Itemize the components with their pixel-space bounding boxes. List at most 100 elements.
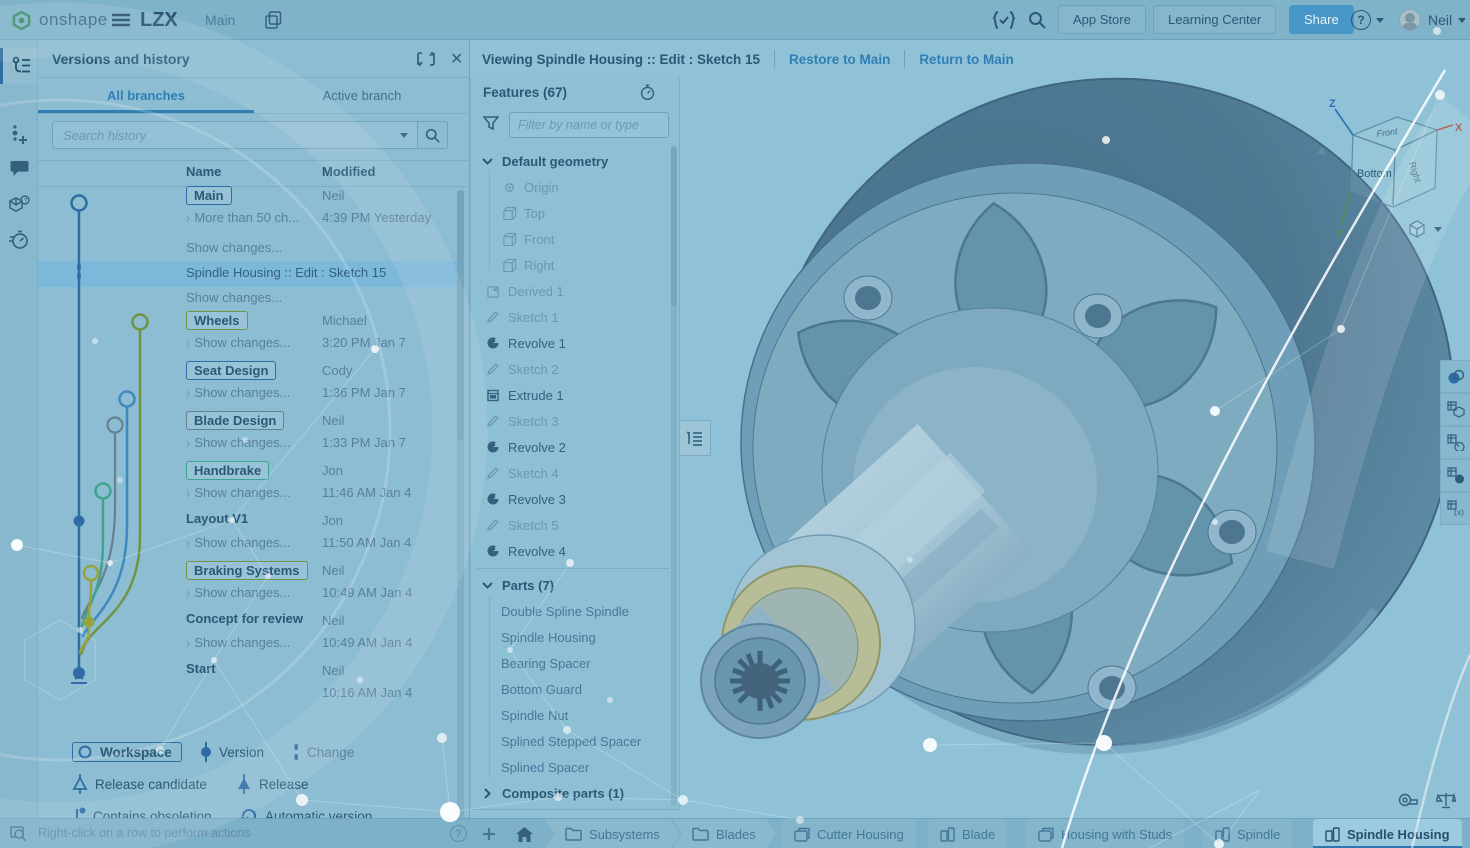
feature-item-derived-1[interactable]: Derived 1 [471, 278, 671, 304]
history-row-start[interactable]: Start Neil 10:16 AM Jan 4 [186, 661, 439, 711]
feature-item-front-plane[interactable]: Front [471, 226, 671, 252]
history-row-wheels[interactable]: Wheels ›Show changes... Michael 3:20 PM … [186, 311, 439, 361]
features-scrollbar[interactable] [671, 146, 677, 806]
copy-document-icon[interactable] [265, 0, 282, 40]
hint-help-icon[interactable]: ? [450, 825, 467, 842]
chevron-down-icon[interactable] [479, 153, 495, 169]
feature-item-sketch-2[interactable]: Sketch 2 [471, 356, 671, 382]
tab-blade[interactable]: Blade [928, 819, 1007, 848]
help-menu-button[interactable]: ? [1351, 0, 1384, 40]
tab-spindle-housing[interactable]: Spindle Housing [1313, 819, 1462, 848]
workspace-badge[interactable]: Handbrake [186, 461, 269, 480]
appearance-panel-tab[interactable] [1440, 360, 1470, 393]
show-changes-link[interactable]: Show changes... [186, 290, 282, 305]
tab-spindle[interactable]: Spindle [1203, 819, 1292, 848]
workspace-badge[interactable]: Wheels [186, 311, 248, 330]
isometric-cube-icon [1408, 220, 1426, 238]
configurations-panel-tab[interactable] [1440, 393, 1470, 426]
search-history-input[interactable] [52, 121, 418, 149]
feature-item-sketch-3[interactable]: Sketch 3 [471, 408, 671, 434]
history-row-concept-for-review[interactable]: Concept for review ›Show changes... Neil… [186, 611, 439, 661]
config-sphere-panel-tab[interactable] [1440, 459, 1470, 492]
feature-item-revolve-1[interactable]: Revolve 1 [471, 330, 671, 356]
hamburger-menu-icon[interactable] [112, 0, 130, 40]
document-title[interactable]: LZX [140, 0, 178, 40]
expand-chevron-icon: › [186, 209, 190, 227]
preview-search-icon[interactable] [10, 826, 28, 842]
feature-item-revolve-4[interactable]: Revolve 4 [471, 538, 671, 564]
restore-to-main-link[interactable]: Restore to Main [789, 52, 890, 67]
comments-rail-button[interactable] [0, 150, 38, 186]
part-item-bearing-spacer[interactable]: Bearing Spacer [471, 650, 671, 676]
main-branch-label[interactable]: Main [205, 0, 235, 40]
feature-group-parts[interactable]: Parts (7) [471, 572, 671, 598]
tab-cutter-housing[interactable]: Cutter Housing [782, 819, 916, 848]
feature-list-collapse-button[interactable] [680, 420, 711, 456]
workspace-badge[interactable]: Blade Design [186, 411, 284, 430]
part-item-spindle-housing[interactable]: Spindle Housing [471, 624, 671, 650]
folder-crumb-subsystems[interactable]: Subsystems [545, 819, 680, 848]
part-item-bottom-guard[interactable]: Bottom Guard [471, 676, 671, 702]
return-to-main-link[interactable]: Return to Main [919, 52, 1014, 67]
tab-active-branch[interactable]: Active branch [254, 78, 470, 113]
history-row-handbrake[interactable]: Handbrake ›Show changes... Jon 11:46 AM … [186, 461, 439, 511]
feature-item-top-plane[interactable]: Top [471, 200, 671, 226]
chevron-down-icon[interactable] [479, 577, 495, 593]
history-row-blade-design[interactable]: Blade Design ›Show changes... Neil 1:33 … [186, 411, 439, 461]
onshape-logo[interactable]: onshape [12, 0, 108, 40]
search-scope-caret-icon[interactable] [400, 133, 408, 138]
part-item-splined-spacer[interactable]: Splined Spacer [471, 754, 671, 780]
mass-properties-icon[interactable] [1436, 792, 1456, 809]
feature-item-sketch-1[interactable]: Sketch 1 [471, 304, 671, 330]
compare-versions-icon[interactable] [416, 49, 436, 69]
feature-list-panel: Features (67) Default geometry Origin To… [470, 78, 680, 810]
feature-filter-input[interactable] [509, 112, 669, 138]
feature-item-sketch-4[interactable]: Sketch 4 [471, 460, 671, 486]
part-item-double-spline-spindle[interactable]: Double Spline Spindle [471, 598, 671, 624]
tab-housing-with-studs[interactable]: Housing with Studs [1026, 819, 1184, 848]
history-row-main[interactable]: Main ›More than 50 ch... Neil 4:39 PM Ye… [186, 186, 439, 236]
feature-item-revolve-2[interactable]: Revolve 2 [471, 434, 671, 460]
feature-item-origin[interactable]: Origin [471, 174, 671, 200]
performance-rail-button[interactable] [0, 222, 38, 258]
workspace-badge[interactable]: Seat Design [186, 361, 276, 380]
share-button[interactable]: Share [1289, 5, 1354, 34]
tape-measure-icon[interactable] [1398, 792, 1418, 809]
feature-group-composite-parts[interactable]: Composite parts (1) [471, 780, 671, 806]
versions-scrollbar[interactable] [457, 190, 464, 848]
create-version-rail-button[interactable] [0, 116, 38, 152]
config-expression-panel-tab[interactable]: (x) [1440, 492, 1470, 525]
tab-all-branches[interactable]: All branches [38, 78, 254, 113]
history-row-braking-systems[interactable]: Braking Systems ›Show changes... Neil 10… [186, 561, 439, 611]
part-item-spindle-nut[interactable]: Spindle Nut [471, 702, 671, 728]
app-store-button[interactable]: App Store [1058, 5, 1146, 34]
history-row-layout-v1[interactable]: Layout V1 ›Show changes... Jon 11:50 AM … [186, 511, 439, 561]
view-options-button[interactable] [1408, 218, 1460, 240]
folder-crumb-blades[interactable]: Blades [672, 819, 776, 848]
view-cube-bottom-label: Bottom [1357, 168, 1392, 180]
create-tab-button[interactable] [476, 819, 502, 848]
part-item-splined-stepped-spacer[interactable]: Splined Stepped Spacer [471, 728, 671, 754]
feature-item-extrude-1[interactable]: Extrude 1 [471, 382, 671, 408]
featurescript-icon[interactable] [992, 0, 1016, 40]
workspace-badge[interactable]: Braking Systems [186, 561, 308, 580]
feature-item-revolve-3[interactable]: Revolve 3 [471, 486, 671, 512]
feature-item-sketch-5[interactable]: Sketch 5 [471, 512, 671, 538]
search-history-button[interactable] [418, 121, 448, 149]
regeneration-timer-icon[interactable] [639, 84, 656, 101]
filter-funnel-icon[interactable] [483, 115, 499, 131]
config-part-panel-tab[interactable] [1440, 426, 1470, 459]
close-icon[interactable]: ✕ [450, 49, 463, 69]
show-changes-link[interactable]: Show changes... [186, 240, 282, 255]
history-row-seat-design[interactable]: Seat Design ›Show changes... Cody 1:36 P… [186, 361, 439, 411]
workspace-badge[interactable]: Main [186, 186, 232, 205]
home-tab-button[interactable] [508, 819, 541, 848]
learning-center-button[interactable]: Learning Center [1153, 5, 1276, 34]
user-menu-button[interactable]: Neil [1399, 0, 1466, 40]
search-icon[interactable] [1028, 0, 1046, 40]
where-used-rail-button[interactable]: ? [0, 186, 38, 222]
versions-history-rail-button[interactable] [0, 48, 38, 84]
feature-item-right-plane[interactable]: Right [471, 252, 671, 278]
feature-group-default-geometry[interactable]: Default geometry [471, 148, 671, 174]
chevron-right-icon[interactable] [479, 785, 495, 801]
